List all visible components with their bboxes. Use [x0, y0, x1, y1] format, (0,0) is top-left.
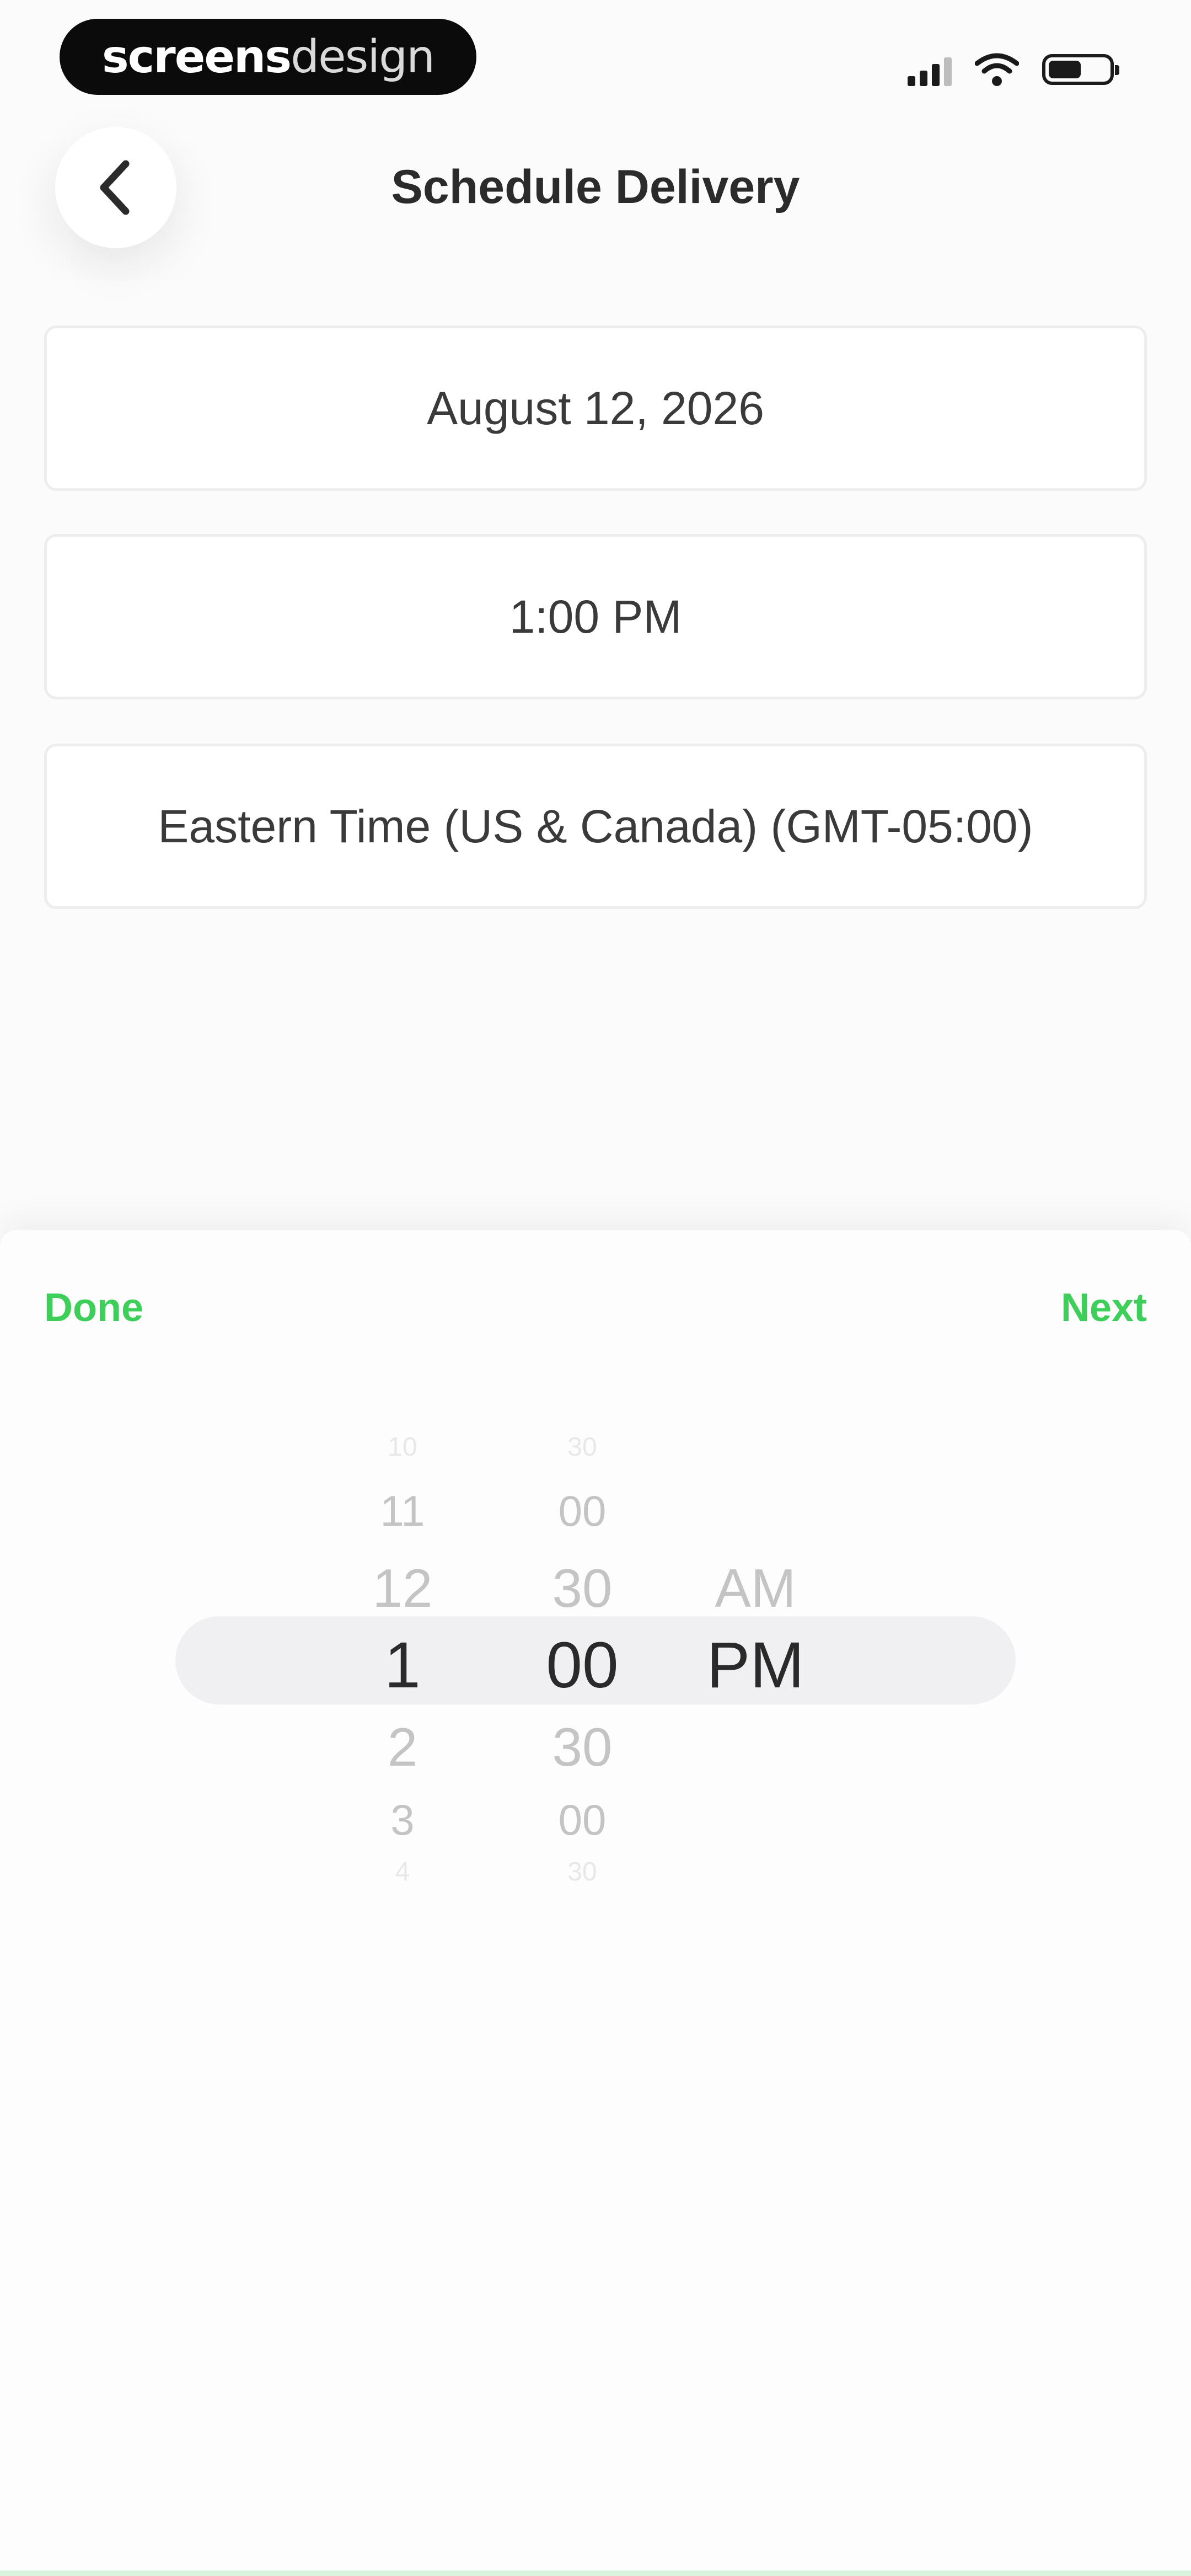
- picker-option[interactable]: 3: [320, 1798, 485, 1841]
- page-title: Schedule Delivery: [391, 161, 800, 213]
- schedule-delivery-screen: screens design Schedule Delivery August 1…: [0, 0, 1191, 2576]
- picker-option[interactable]: 30: [500, 1859, 665, 1885]
- picker-option[interactable]: 11: [320, 1489, 485, 1532]
- header: Schedule Delivery: [0, 121, 1191, 265]
- hour-wheel[interactable]: 10 11 12 1 2 3 4: [320, 1412, 485, 1909]
- timezone-field[interactable]: Eastern Time (US & Canada) (GMT-05:00): [44, 744, 1147, 909]
- picker-option[interactable]: 4: [320, 1859, 485, 1885]
- picker-option-selected[interactable]: 1: [320, 1633, 485, 1698]
- picker-option-selected[interactable]: 00: [500, 1633, 665, 1698]
- picker-option[interactable]: 30: [500, 1434, 665, 1461]
- picker-option[interactable]: 00: [500, 1489, 665, 1532]
- picker-option[interactable]: 30: [500, 1720, 665, 1774]
- picker-option[interactable]: 12: [320, 1561, 485, 1615]
- picker-option-selected[interactable]: PM: [673, 1633, 838, 1698]
- picker-option[interactable]: AM: [673, 1561, 838, 1615]
- brand-light-text: design: [291, 30, 435, 83]
- bottom-edge-accent: [0, 2570, 1191, 2576]
- time-picker[interactable]: 10 11 12 1 2 3 4 30 00 30 00 30 00 30 AM…: [0, 1412, 1191, 1909]
- minute-wheel[interactable]: 30 00 30 00 30 00 30: [500, 1412, 665, 1909]
- next-button[interactable]: Next: [1061, 1285, 1147, 1330]
- picker-option[interactable]: 2: [320, 1720, 485, 1774]
- date-field[interactable]: August 12, 2026: [44, 325, 1147, 491]
- status-bar: screens design: [0, 0, 1191, 116]
- battery-icon: [1042, 54, 1119, 85]
- wifi-icon: [975, 53, 1019, 86]
- picker-option[interactable]: 00: [500, 1798, 665, 1841]
- brand-logo: screens design: [60, 19, 476, 95]
- brand-bold-text: screens: [101, 30, 292, 83]
- status-icons: [908, 47, 1119, 92]
- done-button[interactable]: Done: [44, 1285, 143, 1330]
- picker-option[interactable]: 10: [320, 1434, 485, 1461]
- picker-option[interactable]: 30: [500, 1561, 665, 1615]
- time-picker-sheet: Done Next 10 11 12 1 2 3 4 30 00 30 00 3…: [0, 1230, 1191, 2576]
- cellular-signal-icon: [908, 53, 952, 86]
- time-field[interactable]: 1:00 PM: [44, 534, 1147, 699]
- ampm-wheel[interactable]: AM PM: [673, 1412, 838, 1909]
